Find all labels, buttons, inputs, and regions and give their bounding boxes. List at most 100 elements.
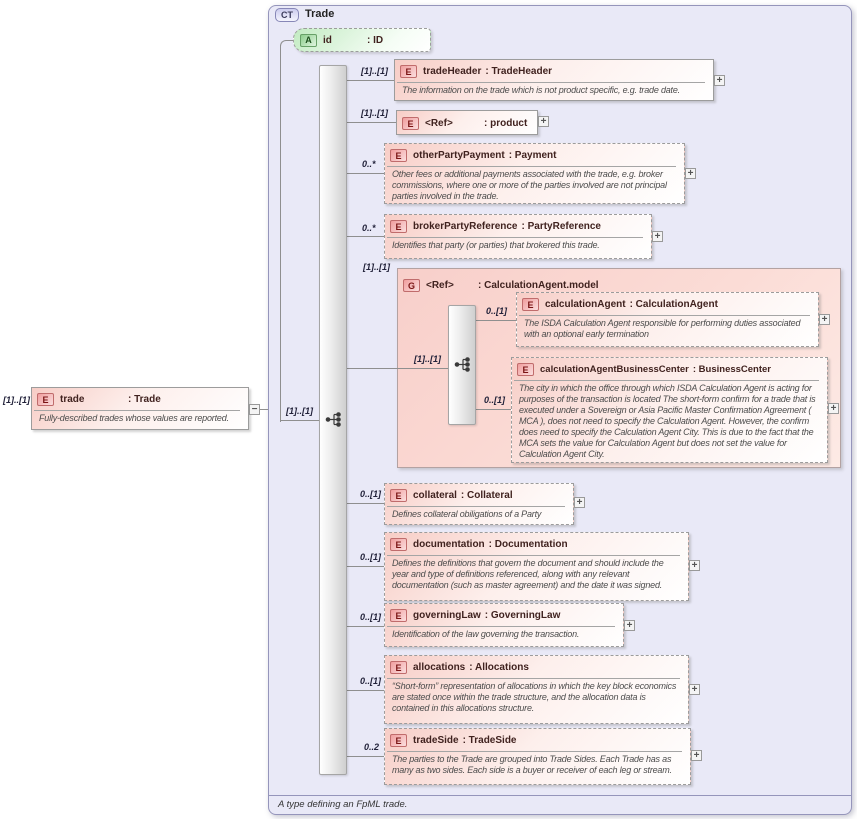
- expand-icon[interactable]: +: [819, 314, 830, 325]
- sequence-icon: [454, 357, 471, 372]
- element-type: : Trade: [128, 394, 161, 405]
- annotation: Identifies that party (or parties) that …: [385, 238, 651, 254]
- element-product-ref[interactable]: E <Ref> : product: [396, 110, 538, 135]
- element-name: governingLaw: [413, 610, 481, 621]
- connector-line: [347, 236, 384, 237]
- element-badge-icon: E: [37, 393, 54, 406]
- cardinality-label: 0..[1]: [360, 612, 381, 622]
- cardinality-label: 0..*: [362, 223, 376, 233]
- element-type: : Collateral: [461, 490, 513, 501]
- expand-icon[interactable]: +: [689, 560, 700, 571]
- element-name: tradeHeader: [423, 66, 481, 77]
- element-type: : Allocations: [469, 662, 529, 673]
- element-badge-icon: E: [390, 220, 407, 233]
- element-badge-icon: E: [390, 489, 407, 502]
- element-badge-icon: E: [390, 609, 407, 622]
- cardinality-label: [1]..[1]: [286, 406, 313, 416]
- group-badge-icon: G: [403, 279, 420, 292]
- complex-type-title: Trade: [305, 8, 334, 20]
- group-type: : CalculationAgent.model: [478, 280, 599, 291]
- cardinality-label: [1]..[1]: [414, 354, 441, 364]
- schema-diagram: A type defining an FpML trade. CT Trade …: [0, 0, 857, 819]
- element-type: : Documentation: [489, 539, 568, 550]
- annotation: The parties to the Trade are grouped int…: [385, 752, 690, 779]
- connector-line: [347, 566, 384, 567]
- sequence-icon: [325, 412, 342, 427]
- element-badge-icon: E: [400, 65, 417, 78]
- footer-divider: [269, 795, 851, 796]
- expand-icon[interactable]: +: [652, 231, 663, 242]
- annotation: The information on the trade which is no…: [395, 83, 713, 99]
- element-other-party-payment[interactable]: EotherPartyPayment : Payment Other fees o…: [384, 143, 685, 204]
- annotation: The city in which the office through whi…: [512, 381, 827, 463]
- element-name: documentation: [413, 539, 485, 550]
- element-type: : TradeHeader: [485, 66, 552, 77]
- annotation: The ISDA Calculation Agent responsible f…: [517, 316, 818, 343]
- element-badge-icon: E: [517, 363, 534, 376]
- element-name: calculationAgentBusinessCenter: [540, 364, 689, 375]
- connector-line: [347, 368, 448, 369]
- element-trade-header[interactable]: EtradeHeader : TradeHeader The informatio…: [394, 59, 714, 101]
- element-calculation-agent[interactable]: EcalculationAgent: CalculationAgent The …: [516, 292, 819, 347]
- element-name: otherPartyPayment: [413, 150, 505, 161]
- connector-line: [260, 409, 268, 410]
- element-collateral[interactable]: Ecollateral : Collateral Defines collater…: [384, 483, 574, 525]
- element-badge-icon: E: [522, 298, 539, 311]
- connector-line: [347, 173, 384, 174]
- annotation: Identification of the law governing the …: [385, 627, 623, 643]
- element-governing-law[interactable]: EgoverningLaw : GoverningLaw Identificati…: [384, 603, 624, 647]
- connector-line: [476, 320, 516, 321]
- collapse-icon[interactable]: −: [249, 404, 260, 415]
- complex-type-annotation: A type defining an FpML trade.: [278, 799, 407, 810]
- element-broker-party-reference[interactable]: EbrokerPartyReference: PartyReference Id…: [384, 214, 652, 259]
- connector-line: [476, 409, 511, 410]
- attribute-id[interactable]: A id : ID: [293, 28, 431, 52]
- cardinality-label: [1]..[1]: [3, 395, 30, 405]
- element-type: : Payment: [509, 150, 557, 161]
- expand-icon[interactable]: +: [714, 75, 725, 86]
- cardinality-label: 0..2: [364, 742, 379, 752]
- group-name: <Ref>: [426, 280, 474, 291]
- element-documentation[interactable]: Edocumentation: Documentation Defines th…: [384, 532, 689, 601]
- connector-line: [347, 122, 396, 123]
- element-name: <Ref>: [425, 118, 480, 129]
- attribute-name: id: [323, 35, 363, 46]
- connector-line: [280, 420, 319, 421]
- annotation: Fully-described trades whose values are …: [32, 411, 248, 427]
- expand-icon[interactable]: +: [538, 116, 549, 127]
- element-calculation-agent-business-center[interactable]: EcalculationAgentBusinessCenter: Busines…: [511, 357, 828, 463]
- cardinality-label: [1]..[1]: [361, 108, 388, 118]
- complex-type-badge-icon: CT: [275, 8, 299, 22]
- element-name: collateral: [413, 490, 457, 501]
- attribute-badge-icon: A: [300, 34, 317, 47]
- expand-icon[interactable]: +: [689, 684, 700, 695]
- element-type: : GoverningLaw: [485, 610, 561, 621]
- annotation: Other fees or additional payments associ…: [385, 167, 684, 205]
- element-name: allocations: [413, 662, 465, 673]
- element-allocations[interactable]: Eallocations : Allocations “Short-form” r…: [384, 655, 689, 724]
- expand-icon[interactable]: +: [685, 168, 696, 179]
- attribute-connector-line: [280, 40, 294, 422]
- expand-icon[interactable]: +: [624, 620, 635, 631]
- expand-icon[interactable]: +: [828, 403, 839, 414]
- element-type: : product: [484, 118, 527, 129]
- element-badge-icon: E: [402, 117, 419, 130]
- element-badge-icon: E: [390, 661, 407, 674]
- annotation: Defines the definitions that govern the …: [385, 556, 688, 594]
- element-name: calculationAgent: [545, 299, 626, 310]
- annotation: “Short-form” representation of allocatio…: [385, 679, 688, 717]
- expand-icon[interactable]: +: [691, 750, 702, 761]
- expand-icon[interactable]: +: [574, 497, 585, 508]
- connector-line: [347, 503, 384, 504]
- annotation: Defines collateral obiligations of a Par…: [385, 507, 573, 523]
- cardinality-label: 0..[1]: [486, 306, 507, 316]
- cardinality-label: [1]..[1]: [361, 66, 388, 76]
- connector-line: [347, 690, 384, 691]
- element-trade-side[interactable]: EtradeSide: TradeSide The parties to the…: [384, 728, 691, 785]
- element-badge-icon: E: [390, 149, 407, 162]
- root-element-trade[interactable]: E trade : Trade Fully-described trades w…: [31, 387, 249, 430]
- element-badge-icon: E: [390, 734, 407, 747]
- element-type: : PartyReference: [522, 221, 601, 232]
- element-name: tradeSide: [413, 735, 459, 746]
- attribute-type: : ID: [367, 35, 383, 46]
